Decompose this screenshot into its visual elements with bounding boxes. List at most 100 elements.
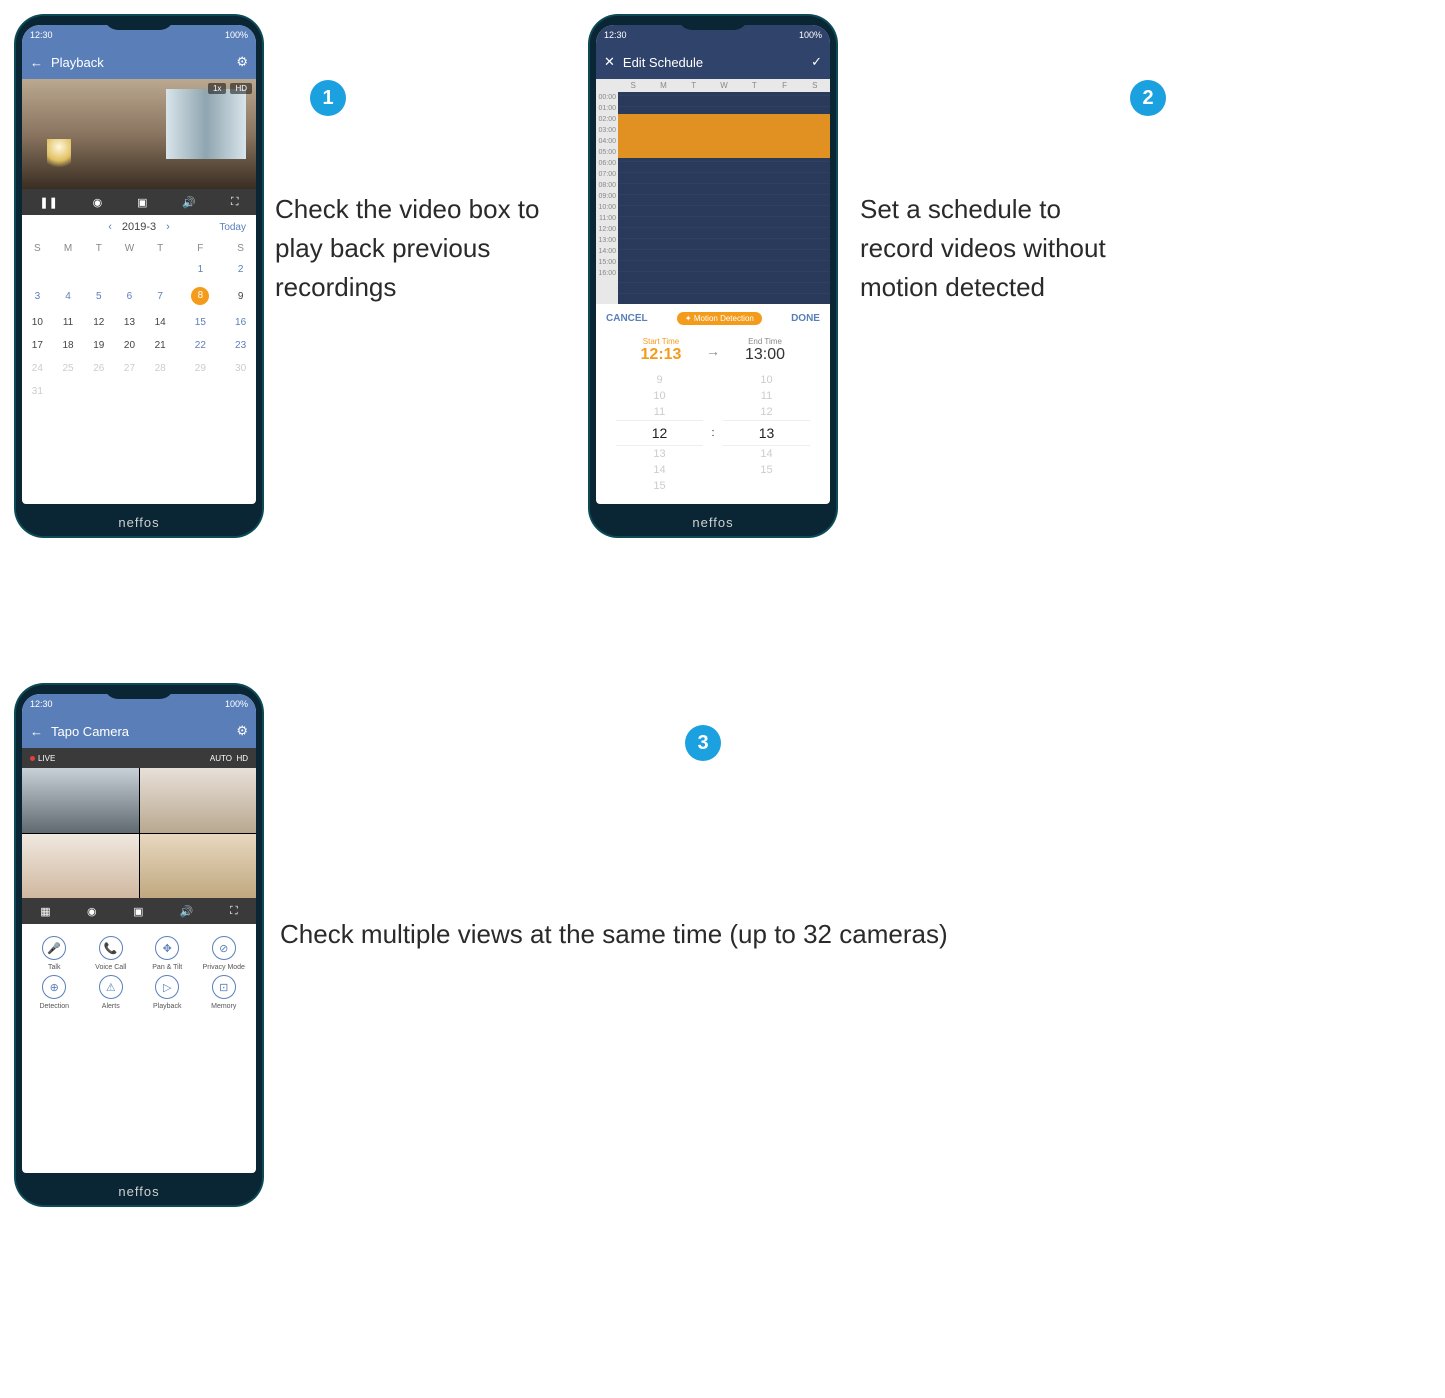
live-label: LIVE: [38, 754, 55, 763]
picker-minutes[interactable]: 10 11 12 13 14 15: [723, 372, 810, 494]
cal-day[interactable]: 18: [53, 334, 84, 357]
schedule-grid[interactable]: 00:0001:0002:0003:0004:0005:0006:0007:00…: [596, 92, 830, 304]
start-time[interactable]: Start Time 12:13: [616, 337, 706, 364]
cal-day[interactable]: 2: [225, 258, 256, 281]
cal-day[interactable]: 13: [114, 311, 145, 334]
cancel-button[interactable]: CANCEL: [606, 313, 648, 324]
time-picker[interactable]: 9 10 11 12 13 14 15 : 10 11 12 13 14: [596, 368, 830, 504]
feature-pan-tilt[interactable]: ✥Pan & Tilt: [141, 936, 194, 971]
camera-icon[interactable]: ◉: [93, 196, 103, 209]
cal-day[interactable]: 9: [225, 281, 256, 311]
back-icon[interactable]: ←: [30, 55, 43, 70]
cal-day[interactable]: 24: [22, 357, 53, 380]
feature-alerts[interactable]: ⚠Alerts: [85, 975, 138, 1010]
cal-day[interactable]: 31: [22, 380, 53, 403]
camera-tile[interactable]: [22, 834, 139, 899]
today-link[interactable]: Today: [219, 222, 246, 233]
auto-badge[interactable]: AUTO: [210, 754, 232, 763]
cal-day[interactable]: 30: [225, 357, 256, 380]
cal-day[interactable]: 21: [145, 334, 176, 357]
phone-notch: [104, 685, 174, 699]
volume-icon[interactable]: 🔊: [182, 196, 196, 209]
cal-day[interactable]: 14: [145, 311, 176, 334]
cal-day[interactable]: 7: [145, 281, 176, 311]
cal-day[interactable]: 20: [114, 334, 145, 357]
mode-pill[interactable]: ✦ Motion Detection: [677, 312, 762, 325]
grid-icon[interactable]: ▦: [40, 905, 50, 918]
chevron-right-icon[interactable]: ›: [166, 221, 170, 233]
speed-badge[interactable]: 1x: [208, 83, 226, 94]
back-icon[interactable]: ←: [30, 724, 43, 739]
cal-day[interactable]: 22: [176, 334, 226, 357]
multi-view[interactable]: [22, 768, 256, 898]
pause-icon[interactable]: ❚❚: [39, 196, 57, 209]
camera-icon[interactable]: ◉: [87, 905, 97, 918]
cal-day[interactable]: 28: [145, 357, 176, 380]
cal-day[interactable]: 10: [22, 311, 53, 334]
calendar-body: 12 3456789 10111213141516 17181920212223…: [22, 258, 256, 403]
picker-hours[interactable]: 9 10 11 12 13 14 15: [616, 372, 703, 494]
cal-day[interactable]: 27: [114, 357, 145, 380]
cal-day[interactable]: 29: [176, 357, 226, 380]
step-badge-3: 3: [685, 725, 721, 761]
cal-day[interactable]: 12: [83, 311, 114, 334]
phone-brand: neffos: [16, 1184, 262, 1199]
volume-icon[interactable]: 🔊: [180, 905, 194, 918]
feature-talk[interactable]: 🎤Talk: [28, 936, 81, 971]
schedule-body[interactable]: [618, 92, 830, 304]
check-icon[interactable]: ✓: [811, 54, 822, 70]
video-preview[interactable]: 1x HD ❚❚ ◉ ▣ 🔊 ⛶: [22, 79, 256, 215]
feature-detection[interactable]: ⊕Detection: [28, 975, 81, 1010]
cal-day[interactable]: 1: [176, 258, 226, 281]
feature-voice-call[interactable]: 📞Voice Call: [85, 936, 138, 971]
caption-2: Set a schedule to record videos without …: [860, 190, 1140, 307]
done-button[interactable]: DONE: [791, 313, 820, 324]
camera-tile[interactable]: [140, 768, 257, 833]
quality-badge[interactable]: HD: [230, 83, 252, 94]
status-time: 12:30: [30, 699, 53, 709]
cal-day[interactable]: 15: [176, 311, 226, 334]
record-icon[interactable]: ▣: [133, 905, 143, 918]
header-schedule: ✕ Edit Schedule ✓: [596, 45, 830, 79]
cal-day-selected[interactable]: 8: [176, 281, 226, 311]
cal-day[interactable]: 26: [83, 357, 114, 380]
camera-tile[interactable]: [140, 834, 257, 899]
cal-day[interactable]: 5: [83, 281, 114, 311]
alert-icon: ⚠: [99, 975, 123, 999]
screen-schedule: 12:30 100% ✕ Edit Schedule ✓ S M T W T F…: [596, 25, 830, 504]
start-time-value: 12:13: [616, 346, 706, 364]
move-icon: ✥: [155, 936, 179, 960]
feature-playback[interactable]: ▷Playback: [141, 975, 194, 1010]
close-icon[interactable]: ✕: [604, 54, 615, 70]
cal-day[interactable]: 16: [225, 311, 256, 334]
feature-memory[interactable]: ⊡Memory: [198, 975, 251, 1010]
cal-day[interactable]: 23: [225, 334, 256, 357]
cal-day[interactable]: 3: [22, 281, 53, 311]
cal-day[interactable]: 17: [22, 334, 53, 357]
schedule-block[interactable]: [618, 114, 830, 158]
fullscreen-icon[interactable]: ⛶: [230, 905, 238, 918]
day-header: F: [176, 239, 226, 258]
cal-day[interactable]: 19: [83, 334, 114, 357]
cal-day[interactable]: 11: [53, 311, 84, 334]
live-bar: LIVE AUTO HD: [22, 748, 256, 768]
page-title: Playback: [51, 55, 236, 70]
cal-day[interactable]: 25: [53, 357, 84, 380]
feature-label: Memory: [211, 1003, 236, 1010]
feature-label: Playback: [153, 1003, 181, 1010]
hd-badge[interactable]: HD: [236, 754, 248, 763]
gear-icon[interactable]: ⚙: [236, 54, 248, 70]
cal-day[interactable]: 4: [53, 281, 84, 311]
calendar-month[interactable]: 2019-3: [122, 221, 156, 233]
day-header: S: [225, 239, 256, 258]
feature-privacy[interactable]: ⊘Privacy Mode: [198, 936, 251, 971]
end-time[interactable]: End Time 13:00: [720, 337, 810, 364]
gear-icon[interactable]: ⚙: [236, 723, 248, 739]
fullscreen-icon[interactable]: ⛶: [231, 196, 239, 209]
camera-tile[interactable]: [22, 768, 139, 833]
cal-day[interactable]: 6: [114, 281, 145, 311]
record-icon[interactable]: ▣: [137, 196, 147, 209]
step-badge-2: 2: [1130, 80, 1166, 116]
page-title: Edit Schedule: [623, 55, 811, 70]
chevron-left-icon[interactable]: ‹: [108, 221, 112, 233]
